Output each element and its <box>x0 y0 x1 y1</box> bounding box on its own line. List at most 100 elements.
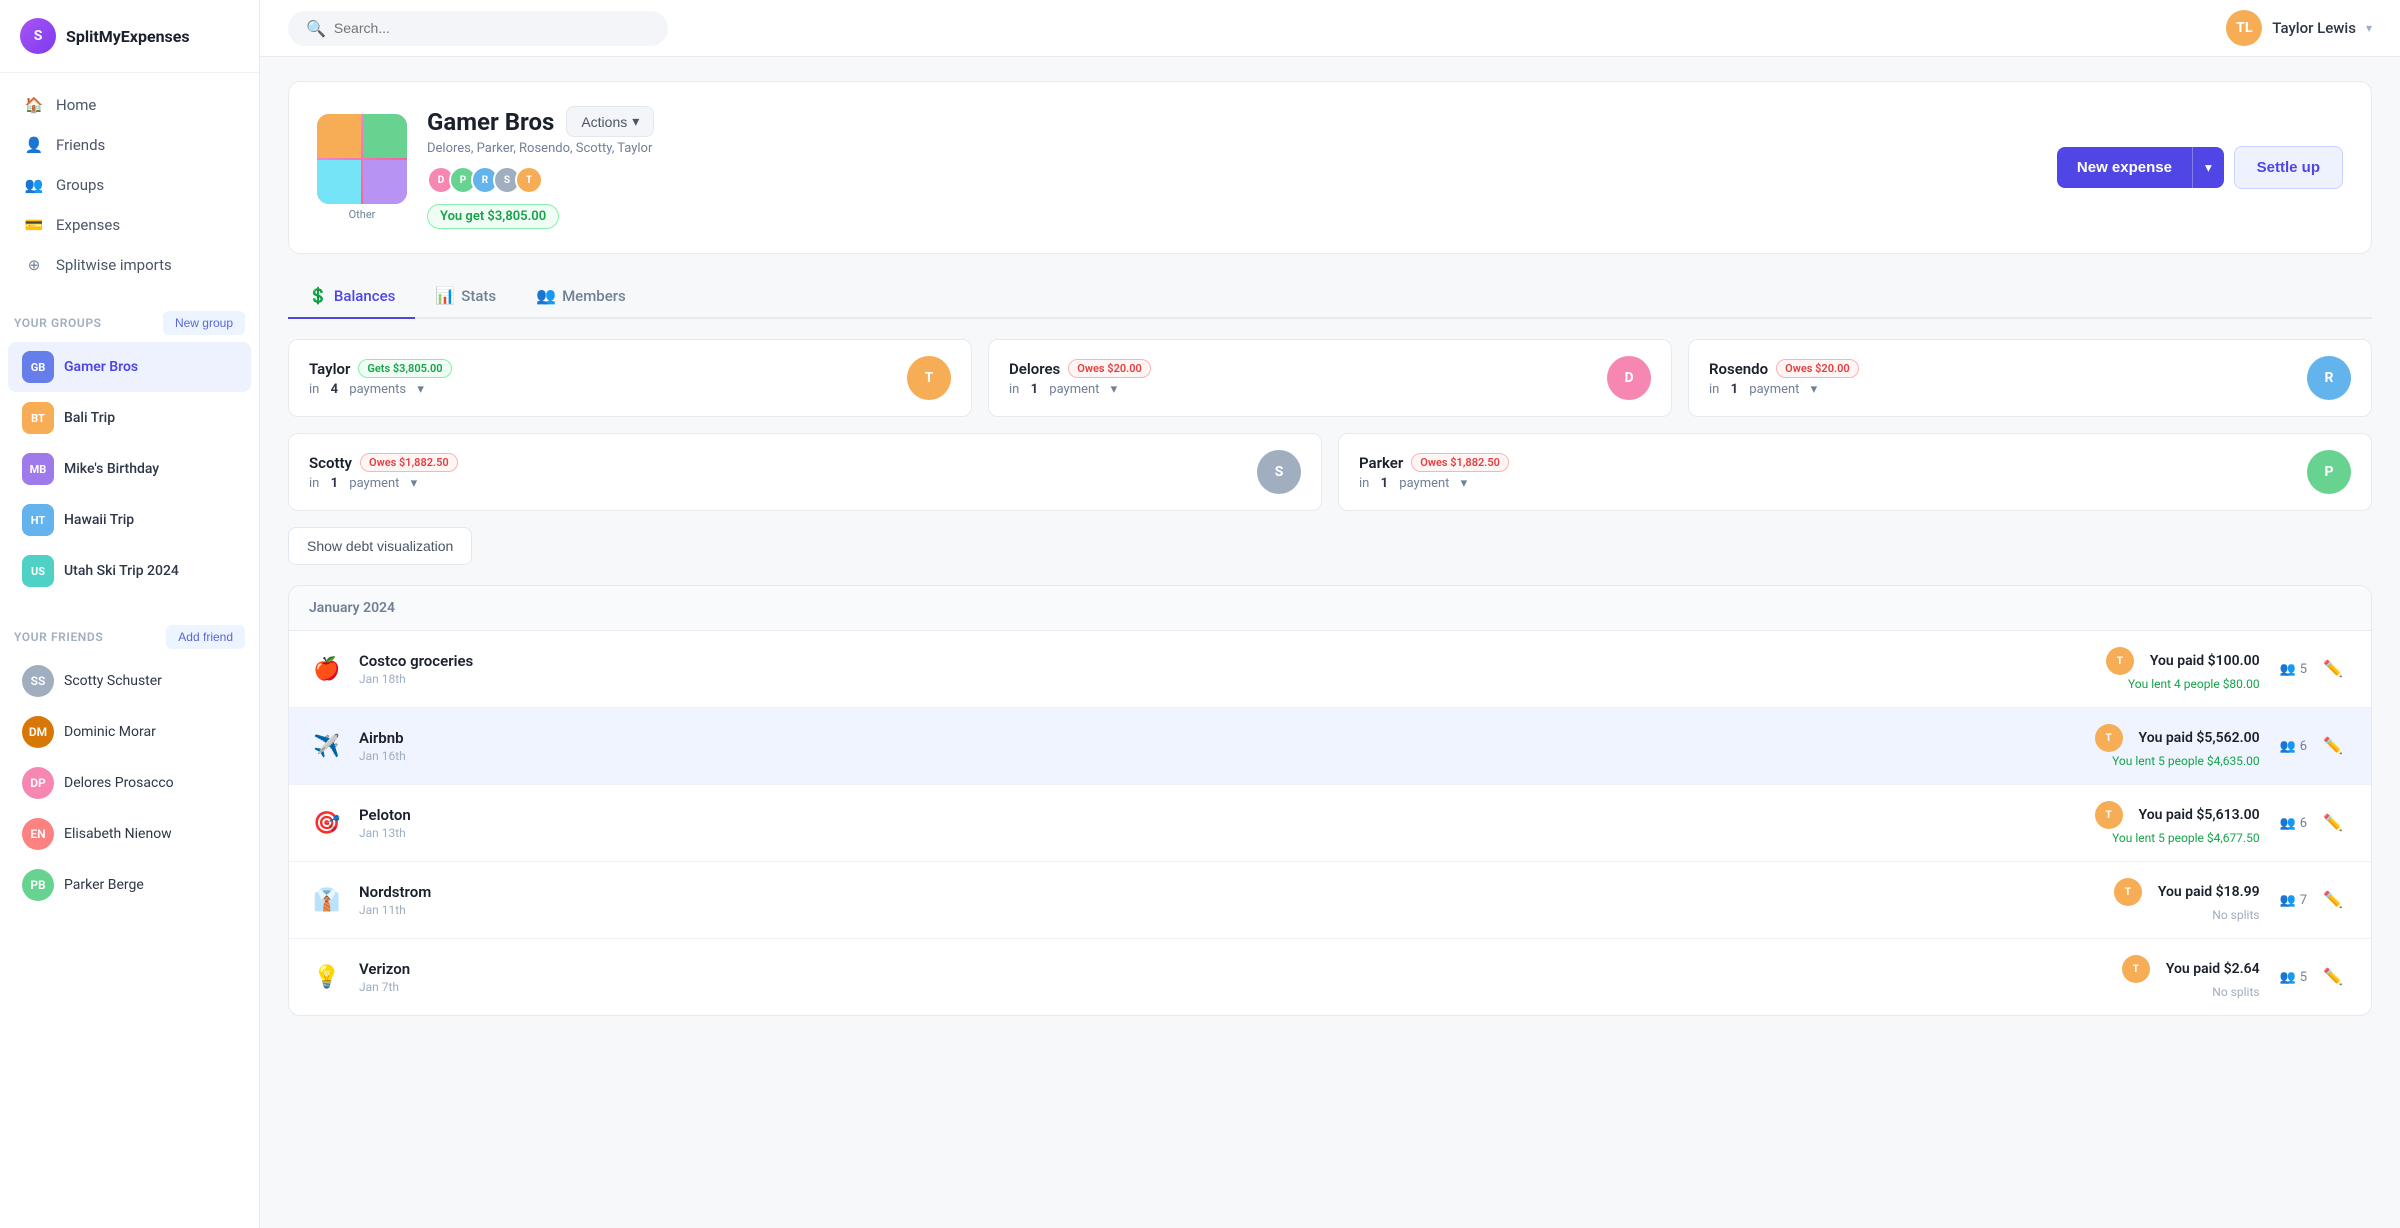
groups-list: GB Gamer Bros BT Bali Trip MB Mike's Bir… <box>0 341 259 597</box>
nordstrom-meta: 👥 7 ✏️ <box>2280 886 2351 914</box>
new-group-button[interactable]: New group <box>163 311 245 335</box>
tab-stats[interactable]: 📊 Stats <box>415 274 516 319</box>
nav-section: 🏠 Home 👤 Friends 👥 Groups 💳 Expenses ⊕ S… <box>0 73 259 297</box>
tab-balances[interactable]: 💲 Balances <box>288 274 415 319</box>
your-friends-label: Your friends <box>14 630 103 644</box>
nordstrom-emoji: 👔 <box>309 888 345 913</box>
peloton-name: Peloton <box>359 806 2095 824</box>
nordstrom-amounts: T You paid $18.99 No splits <box>2114 878 2260 922</box>
peloton-meta: 👥 6 ✏️ <box>2280 809 2351 837</box>
balance-name-parker: Parker <box>1359 454 1403 472</box>
verizon-info: Verizon Jan 7th <box>359 960 2122 994</box>
sidebar-item-gamer-bros[interactable]: GB Gamer Bros <box>8 342 251 392</box>
owes-badge-scotty: Owes $1,882.50 <box>360 453 458 472</box>
expense-row-peloton: 🎯 Peloton Jan 13th T You paid $5,613.00 … <box>289 785 2371 862</box>
airbnb-date: Jan 16th <box>359 749 2095 763</box>
balance-payments-parker[interactable]: in 1 payment ▾ <box>1359 476 1509 491</box>
balance-name-taylor: Taylor <box>309 360 350 378</box>
app-logo: S SplitMyExpenses <box>0 0 259 73</box>
peloton-edit-button[interactable]: ✏️ <box>2315 809 2351 837</box>
balance-payments-delores[interactable]: in 1 payment ▾ <box>1009 382 1151 397</box>
delores-name: Delores Prosacco <box>64 775 174 791</box>
nav-item-home[interactable]: 🏠 Home <box>12 85 247 125</box>
balance-payments-rosendo[interactable]: in 1 payment ▾ <box>1709 382 1859 397</box>
peloton-you-paid: You paid $5,613.00 <box>2139 807 2260 823</box>
nav-item-friends[interactable]: 👤 Friends <box>12 125 247 165</box>
balance-person-row-parker: Parker Owes $1,882.50 <box>1359 453 1509 472</box>
new-expense-dropdown-button[interactable]: ▾ <box>2192 147 2224 188</box>
photo-block-1 <box>317 114 361 158</box>
group-photo <box>317 114 407 204</box>
balance-name-delores: Delores <box>1009 360 1060 378</box>
verizon-payer-avatar: T <box>2122 955 2150 983</box>
nav-splitwise-label: Splitwise imports <box>56 256 172 274</box>
delores-avatar: DP <box>22 767 54 799</box>
verizon-name: Verizon <box>359 960 2122 978</box>
sidebar-item-bali-trip[interactable]: BT Bali Trip <box>8 393 251 443</box>
payments-count-taylor: 4 <box>331 382 338 397</box>
friend-item-parker[interactable]: PB Parker Berge <box>8 860 251 910</box>
balance-payments-scotty[interactable]: in 1 payment ▾ <box>309 476 458 491</box>
tab-balances-label: Balances <box>334 287 395 305</box>
user-profile[interactable]: TL Taylor Lewis ▾ <box>2226 10 2372 46</box>
peloton-you-lent: You lent 5 people $4,677.50 <box>2095 831 2260 845</box>
member-avatars: D P R S T <box>427 166 654 194</box>
actions-button[interactable]: Actions ▾ <box>566 106 654 137</box>
debt-visualization-button[interactable]: Show debt visualization <box>288 527 472 565</box>
nav-item-groups[interactable]: 👥 Groups <box>12 165 247 205</box>
costco-edit-button[interactable]: ✏️ <box>2315 655 2351 683</box>
friend-item-scotty[interactable]: SS Scotty Schuster <box>8 656 251 706</box>
friend-item-dominic[interactable]: DM Dominic Morar <box>8 707 251 757</box>
home-icon: 🏠 <box>24 95 44 115</box>
friend-item-delores[interactable]: DP Delores Prosacco <box>8 758 251 808</box>
logo-icon: S <box>20 18 56 54</box>
sidebar-item-mikes-birthday[interactable]: MB Mike's Birthday <box>8 444 251 494</box>
friend-item-elisabeth[interactable]: EN Elisabeth Nienow <box>8 809 251 859</box>
search-input[interactable] <box>334 20 650 36</box>
balance-info-rosendo: Rosendo Owes $20.00 in 1 payment ▾ <box>1709 359 1859 397</box>
search-box[interactable]: 🔍 <box>288 11 668 46</box>
nordstrom-edit-button[interactable]: ✏️ <box>2315 886 2351 914</box>
scotty-name: Scotty Schuster <box>64 673 162 689</box>
peloton-date: Jan 13th <box>359 826 2095 840</box>
expense-row-airbnb: ✈️ Airbnb Jan 16th T You paid $5,562.00 … <box>289 708 2371 785</box>
verizon-you-paid: You paid $2.64 <box>2166 961 2260 977</box>
nav-item-expenses[interactable]: 💳 Expenses <box>12 205 247 245</box>
owes-badge-parker: Owes $1,882.50 <box>1411 453 1509 472</box>
peloton-emoji: 🎯 <box>309 811 345 836</box>
airbnb-edit-button[interactable]: ✏️ <box>2315 732 2351 760</box>
mikes-birthday-avatar: MB <box>22 453 54 485</box>
costco-meta: 👥 5 ✏️ <box>2280 655 2351 683</box>
settle-up-button[interactable]: Settle up <box>2234 146 2343 189</box>
airbnb-emoji: ✈️ <box>309 734 345 759</box>
nordstrom-info: Nordstrom Jan 11th <box>359 883 2114 917</box>
nordstrom-payer-avatar: T <box>2114 878 2142 906</box>
sidebar-item-utah-ski[interactable]: US Utah Ski Trip 2024 <box>8 546 251 596</box>
balance-card-taylor: Taylor Gets $3,805.00 in 4 payments ▾ T <box>288 339 972 417</box>
add-friend-button[interactable]: Add friend <box>166 625 245 649</box>
balance-info-scotty: Scotty Owes $1,882.50 in 1 payment ▾ <box>309 453 458 491</box>
balance-badge: You get $3,805.00 <box>427 204 559 229</box>
header-actions: New expense ▾ Settle up <box>2057 146 2343 189</box>
payments-in-taylor: in <box>309 382 319 397</box>
search-icon: 🔍 <box>306 19 326 38</box>
balance-payments-taylor[interactable]: in 4 payments ▾ <box>309 382 452 397</box>
nav-item-splitwise[interactable]: ⊕ Splitwise imports <box>12 245 247 285</box>
payments-suffix-delores: payment <box>1049 382 1099 397</box>
sidebar-item-hawaii-trip[interactable]: HT Hawaii Trip <box>8 495 251 545</box>
tabs: 💲 Balances 📊 Stats 👥 Members <box>288 274 2372 319</box>
utah-ski-avatar: US <box>22 555 54 587</box>
actions-chevron-icon: ▾ <box>632 113 639 130</box>
dominic-name: Dominic Morar <box>64 724 156 740</box>
new-expense-button[interactable]: New expense <box>2057 147 2192 188</box>
balance-info-taylor: Taylor Gets $3,805.00 in 4 payments ▾ <box>309 359 452 397</box>
dominic-avatar: DM <box>22 716 54 748</box>
tab-members[interactable]: 👥 Members <box>516 274 646 319</box>
costco-you-lent: You lent 4 people $80.00 <box>2106 677 2260 691</box>
new-expense-btn-group: New expense ▾ <box>2057 147 2224 188</box>
elisabeth-name: Elisabeth Nienow <box>64 826 172 842</box>
nordstrom-name: Nordstrom <box>359 883 2114 901</box>
verizon-edit-button[interactable]: ✏️ <box>2315 963 2351 991</box>
gamer-bros-avatar: GB <box>22 351 54 383</box>
topbar: 🔍 TL Taylor Lewis ▾ <box>260 0 2400 57</box>
